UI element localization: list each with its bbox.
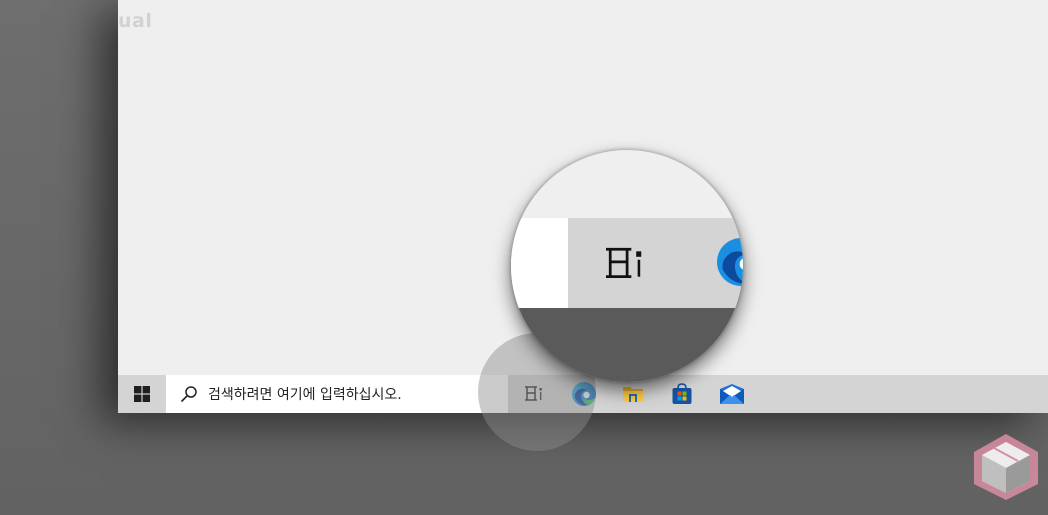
magnified-desktop — [511, 308, 743, 382]
search-icon — [180, 385, 198, 403]
magnifier-lens — [511, 150, 743, 382]
windows-logo-icon — [134, 386, 150, 402]
cube-logo-icon — [974, 434, 1038, 500]
start-button[interactable] — [118, 375, 166, 413]
magnified-search-box — [511, 218, 568, 308]
search-placeholder: 검색하려면 여기에 입력하십시오. — [208, 387, 402, 403]
store-icon — [672, 383, 692, 404]
folder-icon — [623, 387, 643, 402]
search-box[interactable]: 검색하려면 여기에 입력하십시오. — [166, 375, 508, 413]
task-view-icon — [606, 247, 642, 279]
edge-icon — [717, 238, 743, 286]
magnified-taskbar — [511, 218, 743, 308]
mail-icon — [720, 384, 744, 404]
watermark-text: ual — [118, 10, 153, 32]
